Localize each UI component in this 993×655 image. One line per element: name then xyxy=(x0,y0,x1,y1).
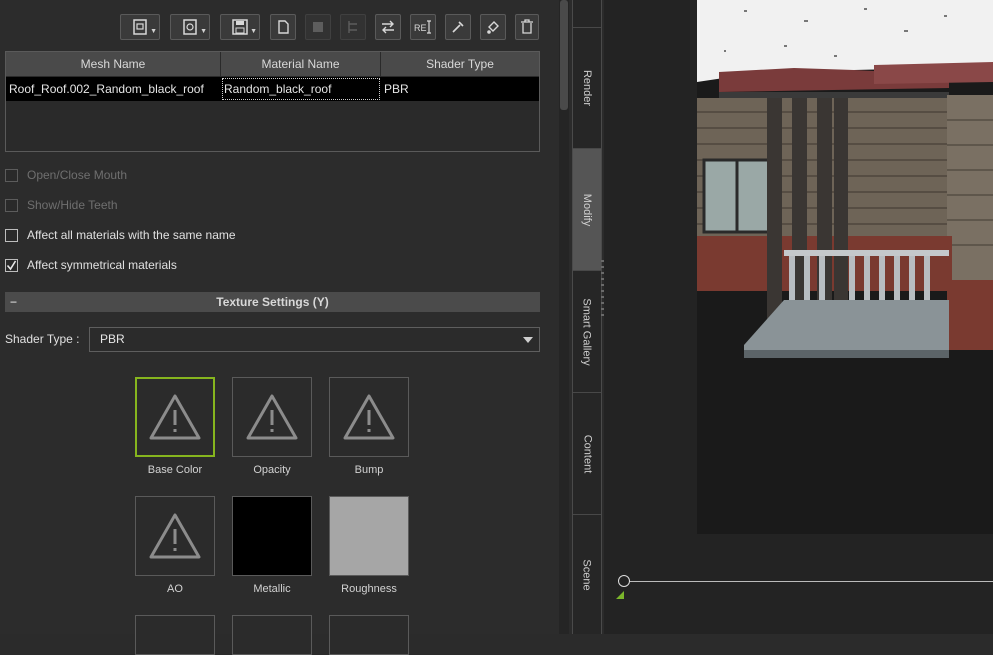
trash-icon xyxy=(521,19,533,34)
texture-slot[interactable] xyxy=(329,615,409,655)
load-material-button[interactable]: ▼ xyxy=(120,14,160,40)
load-shader-button[interactable]: ▼ xyxy=(170,14,210,40)
save-icon xyxy=(232,19,248,35)
mesh-name-cell[interactable]: Roof_Roof.002_Random_black_roof xyxy=(6,77,221,101)
texture-slot-roughness[interactable] xyxy=(329,496,409,576)
shader-type-row: Shader Type : PBR xyxy=(5,327,540,352)
tab-label: Content xyxy=(581,434,593,473)
hierarchy-icon xyxy=(348,21,357,33)
timeline-marker-icon xyxy=(616,591,624,599)
texture-slot-label: Opacity xyxy=(253,464,291,476)
affect-symmetrical-label[interactable]: Affect symmetrical materials xyxy=(27,258,177,272)
open-close-mouth-option: Open/Close Mouth xyxy=(5,166,127,184)
shader-type-dropdown[interactable]: PBR xyxy=(89,327,540,352)
texture-slot-label: Base Color xyxy=(147,464,203,476)
hierarchy-button[interactable] xyxy=(340,14,366,40)
swap-icon xyxy=(382,20,394,34)
chevron-down-icon: ▼ xyxy=(150,28,157,35)
rename-button[interactable]: RE xyxy=(410,14,436,40)
texture-slot-label: Roughness xyxy=(341,583,397,595)
swap-button[interactable] xyxy=(375,14,401,40)
warning-icon xyxy=(343,394,395,440)
column-header-material-name[interactable]: Material Name xyxy=(221,52,381,76)
trash-button[interactable] xyxy=(515,14,539,40)
column-header-mesh-name[interactable]: Mesh Name xyxy=(6,52,221,76)
texture-settings-title: Texture Settings (Y) xyxy=(216,295,329,309)
open-close-mouth-checkbox xyxy=(5,168,18,182)
tab-modify[interactable]: Modify xyxy=(573,149,601,271)
texture-slot-metallic[interactable] xyxy=(232,496,312,576)
modify-panel: ▼ ▼ ▼ RE Mesh Name Material Name Shader … xyxy=(0,0,560,655)
texture-slot-bump[interactable] xyxy=(329,377,409,457)
rename-icon: RE xyxy=(414,20,431,34)
tab-label: Smart Gallery xyxy=(581,297,593,366)
affect-symmetrical-option[interactable]: Affect symmetrical materials xyxy=(5,256,177,274)
texture-settings-header[interactable]: − Texture Settings (Y) xyxy=(5,292,540,312)
warning-icon xyxy=(246,394,298,440)
texture-slot-label: Bump xyxy=(354,464,384,476)
tab-content[interactable]: Content xyxy=(573,393,601,515)
tab-label: Render xyxy=(581,69,594,107)
copy-button[interactable] xyxy=(270,14,296,40)
panel-scrollbar[interactable] xyxy=(559,0,569,634)
texture-slot-label: Metallic xyxy=(253,583,291,595)
chevron-down-icon: ▼ xyxy=(250,28,257,35)
texture-slot[interactable] xyxy=(232,615,312,655)
eyedropper-icon xyxy=(452,21,464,33)
shader-type-cell[interactable]: PBR xyxy=(381,77,539,101)
show-hide-teeth-label: Show/Hide Teeth xyxy=(27,198,118,212)
paste-button[interactable] xyxy=(305,14,331,40)
shader-type-label: Shader Type : xyxy=(5,332,80,346)
scrollbar-thumb[interactable] xyxy=(560,0,568,110)
texture-slot-base-color[interactable] xyxy=(135,377,215,457)
show-hide-teeth-checkbox xyxy=(5,198,18,212)
tab-render[interactable]: Render xyxy=(573,28,601,149)
3d-viewport[interactable] xyxy=(604,0,993,634)
texture-slot-ao[interactable] xyxy=(135,496,215,576)
affect-same-name-checkbox[interactable] xyxy=(5,228,18,242)
texture-slot-opacity[interactable] xyxy=(232,377,312,457)
paste-icon xyxy=(313,22,323,32)
checkmark-icon xyxy=(6,260,17,270)
texture-slot-label: AO xyxy=(167,583,183,595)
affect-same-name-label[interactable]: Affect all materials with the same name xyxy=(27,228,236,242)
material-name-cell[interactable]: Random_black_roof xyxy=(221,77,381,101)
side-tab-strip: Render Modify Smart Gallery Content Scen… xyxy=(572,0,602,634)
scene-render xyxy=(697,0,993,534)
tab-label: Scene xyxy=(581,558,594,591)
texture-slot[interactable] xyxy=(135,615,215,655)
timeline-playhead[interactable] xyxy=(618,575,630,587)
affect-symmetrical-checkbox[interactable] xyxy=(5,258,18,272)
warning-icon xyxy=(149,394,201,440)
column-header-shader-type[interactable]: Shader Type xyxy=(381,52,539,76)
tab-smart-gallery[interactable]: Smart Gallery xyxy=(573,271,601,393)
timeline-track[interactable] xyxy=(628,581,993,582)
chevron-down-icon xyxy=(523,337,533,343)
eyedropper-button[interactable] xyxy=(445,14,471,40)
tab-label: Modify xyxy=(581,193,593,226)
show-hide-teeth-option: Show/Hide Teeth xyxy=(5,196,118,214)
tab-top-spacer xyxy=(573,0,601,28)
open-close-mouth-label: Open/Close Mouth xyxy=(27,168,128,182)
copy-icon xyxy=(278,20,289,34)
table-row[interactable]: Roof_Roof.002_Random_black_roof Random_b… xyxy=(6,77,539,101)
warning-icon xyxy=(149,513,201,559)
shader-type-value: PBR xyxy=(100,332,125,346)
mesh-material-table: Mesh Name Material Name Shader Type Roof… xyxy=(5,51,540,152)
load-material-icon xyxy=(133,19,147,35)
tab-scene[interactable]: Scene xyxy=(573,515,601,634)
chevron-down-icon: ▼ xyxy=(200,28,207,35)
save-button[interactable]: ▼ xyxy=(220,14,260,40)
affect-same-name-option[interactable]: Affect all materials with the same name xyxy=(5,226,236,244)
paint-bucket-button[interactable] xyxy=(480,14,506,40)
load-shader-icon xyxy=(183,19,197,35)
paint-bucket-icon xyxy=(487,21,499,34)
svg-text:RE: RE xyxy=(414,23,427,33)
